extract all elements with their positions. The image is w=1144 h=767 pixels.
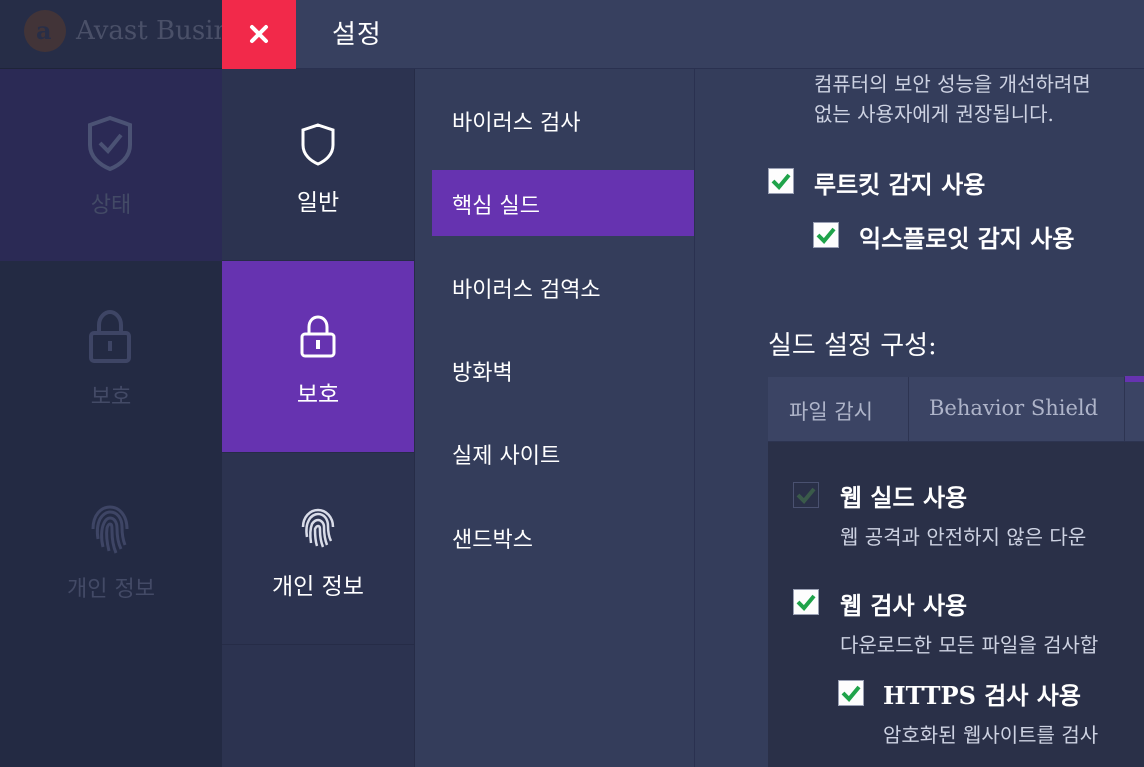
subnav-label: 실제 사이트 [452,444,561,469]
intro-line-1: 컴퓨터의 보안 성능을 개선하려면 [814,72,1091,96]
category-general-label: 일반 [296,190,340,216]
shield-tabs: 파일 감시 Behavior Shield [768,376,1144,442]
category-protection[interactable]: 보호 [222,261,414,453]
subnav-label: 핵심 실드 [452,194,540,219]
nav-privacy-label: 개인 정보 [67,577,155,602]
nav-protection-label: 보호 [90,385,132,410]
subnav-sandbox[interactable]: 샌드박스 [432,504,694,570]
https-scan-label: HTTPS 검사 사용 [883,681,1081,710]
web-scan-description: 다운로드한 모든 파일을 검사합 [840,633,1099,657]
fingerprint-icon [301,508,335,548]
close-button[interactable] [222,0,296,69]
shield-check-icon [88,115,132,172]
subnav-label: 바이러스 검역소 [452,278,601,303]
fingerprint-icon [91,505,129,554]
settings-panel: 설정 일반 보호 개인 정보 바이러스 검사 핵심 실드 바이러스 검역소 방화… [222,0,1144,767]
nav-protection: 보호 [0,261,222,453]
close-icon [250,25,268,43]
settings-subnav: 바이러스 검사 핵심 실드 바이러스 검역소 방화벽 실제 사이트 샌드박스 [415,69,695,767]
exploit-label: 익스플로잇 감지 사용 [859,224,1075,253]
tab-behavior-shield[interactable]: Behavior Shield [909,377,1125,441]
rootkit-checkbox[interactable] [768,168,794,194]
https-scan-checkbox[interactable] [838,680,864,706]
shield-icon [301,123,335,166]
check-icon [771,173,791,190]
web-shield-checkbox[interactable] [793,482,819,508]
tab-file-shield[interactable]: 파일 감시 [768,377,909,441]
web-scan-checkbox[interactable] [793,589,819,615]
subnav-real-site[interactable]: 실제 사이트 [432,420,694,486]
nav-status: 상태 [0,69,222,261]
subnav-firewall[interactable]: 방화벽 [432,337,694,403]
subnav-core-shields[interactable]: 핵심 실드 [432,170,694,236]
intro-text: 컴퓨터의 보안 성능을 개선하려면 없는 사용자에게 권장됩니다. [814,69,1091,129]
tab-label: 파일 감시 [789,400,873,424]
category-privacy[interactable]: 개인 정보 [222,453,414,645]
tab-active-indicator [1125,376,1144,382]
shield-config-title: 실드 설정 구성: [768,331,937,361]
check-icon [841,685,861,702]
exploit-checkbox[interactable] [813,222,839,248]
settings-header: 설정 [222,0,1144,69]
check-icon [796,594,816,611]
subnav-virus-chest[interactable]: 바이러스 검역소 [432,254,694,320]
lock-icon [89,309,131,363]
tab-label: Behavior Shield [929,396,1099,420]
category-protection-label: 보호 [296,382,340,408]
background-header: a Avast Busin [0,0,230,69]
avast-logo-icon: a [24,10,66,52]
subnav-label: 방화벽 [452,361,513,386]
web-scan-label: 웹 검사 사용 [840,591,968,620]
https-scan-description: 암호화된 웹사이트를 검사 [883,723,1099,747]
app-title: Avast Busin [76,16,231,46]
nav-privacy: 개인 정보 [0,453,222,645]
subnav-label: 샌드박스 [452,528,533,553]
settings-categories: 일반 보호 개인 정보 [222,69,415,767]
check-icon [796,487,816,504]
web-shield-panel: 웹 실드 사용 웹 공격과 안전하지 않은 다운 웹 검사 사용 다운로드한 모… [768,442,1144,767]
category-privacy-label: 개인 정보 [272,574,364,600]
intro-line-2: 없는 사용자에게 권장됩니다. [814,102,1054,126]
nav-status-label: 상태 [90,193,132,218]
settings-title: 설정 [332,20,382,50]
subnav-label: 바이러스 검사 [452,111,581,136]
rootkit-label: 루트킷 감지 사용 [814,170,986,199]
web-shield-description: 웹 공격과 안전하지 않은 다운 [840,525,1087,549]
lock-icon [300,315,336,358]
settings-content: 컴퓨터의 보안 성능을 개선하려면 없는 사용자에게 권장됩니다. 루트킷 감지… [695,69,1144,767]
background-app: a Avast Busin 상태 보호 개인 정보 [0,0,230,767]
check-icon [816,227,836,244]
web-shield-label: 웹 실드 사용 [840,483,968,512]
category-general[interactable]: 일반 [222,69,414,261]
subnav-virus-scan[interactable]: 바이러스 검사 [432,87,694,153]
